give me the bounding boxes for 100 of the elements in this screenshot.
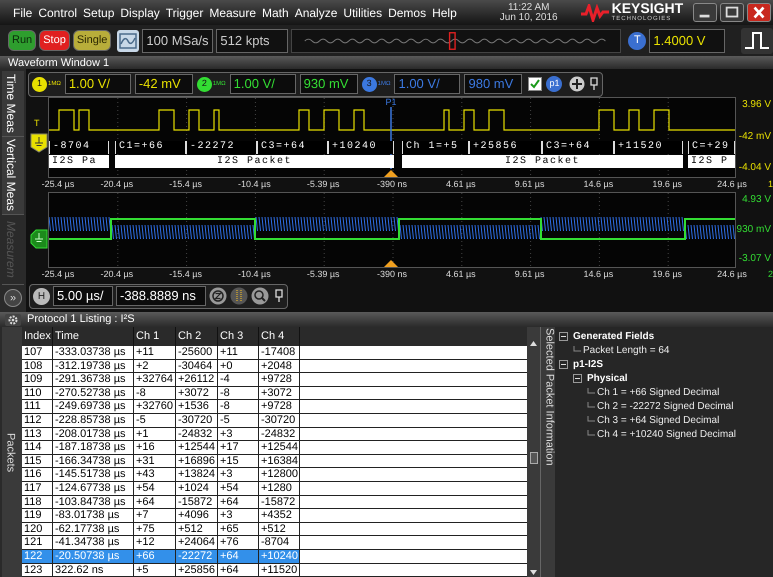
axis-tick-label: 9.61 µs (514, 268, 544, 281)
channel-scale-field[interactable]: 1.00 V/ (394, 74, 460, 94)
table-cell: -20.50738 µs (53, 550, 134, 562)
trigger-level-field[interactable]: 1.4000 V (649, 28, 726, 52)
axis-tick-label: -10.4 µs (238, 178, 271, 191)
tree-leaf[interactable]: Ch 2 = -22272 Signed Decimal (597, 398, 734, 414)
table-cell: +4352 (259, 509, 300, 522)
collapse-icon[interactable] (559, 360, 568, 368)
table-cell: +17 (218, 441, 259, 454)
tree-node[interactable]: Generated Fields (573, 328, 654, 344)
menu-item[interactable]: Control (35, 4, 80, 22)
menu-item[interactable]: Display (117, 4, 163, 22)
table-cell: 121 (22, 536, 53, 549)
collapse-icon[interactable] (559, 332, 568, 340)
memory-depth-field[interactable]: 512 kpts (216, 28, 288, 52)
bars-icon[interactable] (230, 287, 248, 305)
window-title: Waveform Window 1 (8, 56, 110, 68)
tree-leaf[interactable]: Ch 3 = +64 Signed Decimal (597, 412, 720, 428)
pin-icon[interactable] (274, 289, 284, 303)
menu-item[interactable]: Demos (385, 4, 430, 22)
scale-label: 930 mV (736, 222, 771, 236)
scale-label: -4.04 V (738, 161, 771, 175)
scale-label: -42 mV (738, 130, 771, 144)
menu-item[interactable]: Help (429, 4, 460, 22)
table-cell: +10240 (259, 550, 300, 562)
axis-tick-label: 19.6 µs (652, 268, 682, 281)
scroll-down-icon[interactable] (530, 570, 537, 576)
decode-packet: I2S Packet (115, 155, 394, 168)
table-cell: -145.51738 µs (53, 468, 134, 481)
time-scale-field[interactable]: 5.00 µs/ (53, 286, 113, 306)
expand-button[interactable]: » (4, 289, 22, 307)
collapse-icon[interactable] (573, 374, 582, 382)
menu-item[interactable]: Measure (206, 4, 260, 22)
channel-offset-field[interactable]: -42 mV (134, 74, 193, 94)
table-cell: +16 (134, 441, 176, 454)
add-icon[interactable] (569, 76, 586, 92)
table-cell: +11520 (259, 564, 300, 576)
close-button[interactable] (747, 3, 771, 22)
table-cell: +512 (259, 522, 300, 536)
menu-item[interactable]: Trigger (162, 4, 206, 22)
step-waveform-icon[interactable] (741, 28, 773, 54)
channel-badge[interactable]: 3 (362, 76, 377, 92)
menu-item[interactable]: Math (259, 4, 292, 22)
tree-leaf[interactable]: Ch 1 = +66 Signed Decimal (597, 384, 720, 400)
axis-tick-label: 9.61 µs (514, 178, 544, 191)
side-tab[interactable]: Time Meas (2, 71, 24, 137)
scroll-up-icon[interactable] (530, 341, 537, 346)
maximize-button[interactable] (720, 3, 744, 22)
axis-tick-label: -20.4 µs (100, 268, 134, 281)
settings-icon[interactable] (5, 314, 21, 326)
channel-badge[interactable]: 1 (32, 76, 47, 92)
table-cell: 322.62 ns (53, 564, 134, 576)
trigger-mark: T (34, 117, 40, 130)
checkbox[interactable] (528, 77, 542, 91)
table-cell: +2048 (259, 360, 300, 372)
tree-node[interactable]: p1-I2S (573, 356, 604, 372)
table-cell: -25600 (176, 346, 218, 359)
side-tab[interactable]: Packets (2, 327, 22, 577)
table-cell: -8 (218, 386, 259, 400)
single-button[interactable]: Single (72, 30, 112, 51)
menu-item[interactable]: Utilities (340, 4, 386, 22)
pin-icon[interactable] (589, 77, 600, 91)
channel-offset-field[interactable]: 930 mV (300, 74, 358, 94)
menu-item[interactable]: Setup (80, 4, 118, 22)
search-icon[interactable] (251, 287, 269, 305)
waveform-display-icon[interactable] (117, 30, 140, 52)
table-cell: +12 (134, 536, 176, 549)
sample-rate-field[interactable]: 100 MSa/s (142, 28, 214, 52)
table-cell: -5 (134, 414, 176, 427)
protocol-badge[interactable]: p1 (546, 76, 562, 92)
decode-value: C3=+64 (542, 141, 614, 154)
run-button[interactable]: Run (8, 30, 36, 51)
decode-value: C=+29 (688, 141, 735, 154)
zoom-mode-icon[interactable] (209, 287, 227, 305)
channel-badge[interactable]: 2 (196, 76, 212, 92)
stop-button[interactable]: Stop (39, 30, 70, 51)
table-cell: +31 (134, 454, 176, 468)
time-delay-field[interactable]: -388.8889 ns (116, 286, 206, 306)
axis-tick-label: -15.4 µs (169, 178, 202, 191)
table-cell: +12544 (176, 441, 218, 454)
minimize-button[interactable] (693, 3, 717, 22)
axis-tick-label: 4.61 µs (446, 268, 476, 281)
side-tab[interactable]: Vertical Meas (2, 137, 24, 215)
scroll-thumb[interactable] (530, 452, 538, 464)
menu-item[interactable]: Analyze (292, 4, 340, 22)
side-tab[interactable]: Selected Packet Information (540, 327, 555, 577)
decode-value: +25856 (469, 141, 542, 154)
channel-scale-field[interactable]: 1.00 V/ (230, 74, 296, 94)
table-cell: -8 (134, 386, 176, 400)
decode-value: +10240 (328, 141, 394, 154)
channel-scale-field[interactable]: 1.00 V/ (64, 74, 131, 94)
tree-leaf[interactable]: Ch 4 = +10240 Signed Decimal (597, 426, 736, 442)
tree-node[interactable]: Physical (587, 370, 628, 386)
menu-item[interactable]: File (10, 4, 36, 22)
tree-leaf[interactable]: Packet Length = 64 (583, 342, 670, 358)
scrollbar[interactable] (527, 327, 540, 577)
table-cell: +32760 (134, 400, 176, 413)
table-cell: -208.01738 µs (53, 428, 134, 440)
channel-offset-field[interactable]: 980 mV (464, 74, 522, 94)
table-cell: +3072 (176, 386, 218, 400)
